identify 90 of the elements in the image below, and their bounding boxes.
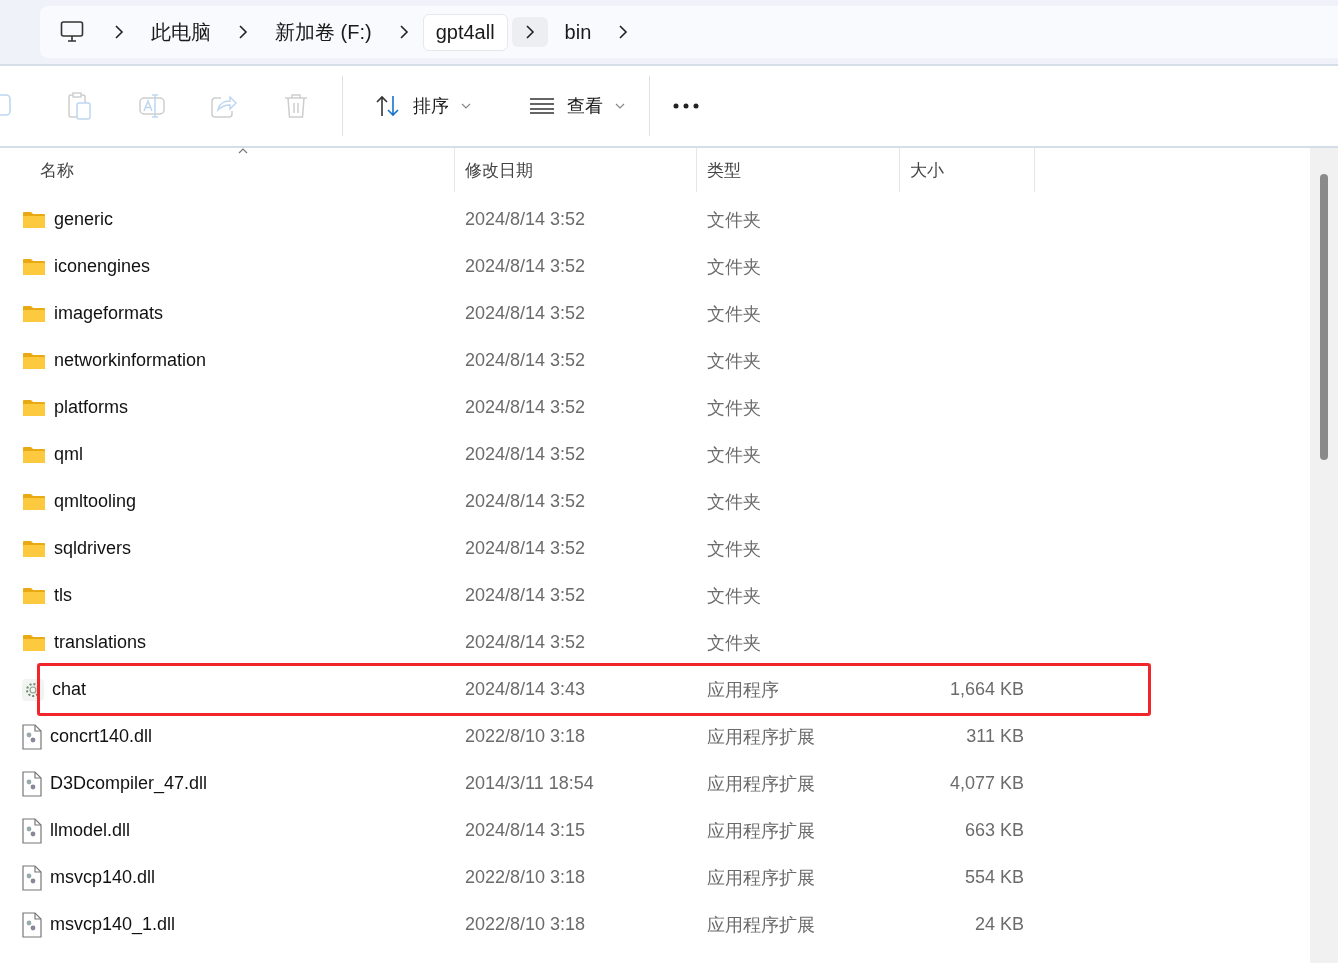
file-type: 文件夹: [707, 538, 761, 559]
sort-icon: [375, 95, 401, 117]
date-modified: 2024/8/14 3:52: [465, 491, 586, 511]
file-name[interactable]: concrt140.dll: [50, 726, 153, 747]
settings-file-icon: [22, 911, 42, 938]
date-modified: 2024/8/14 3:15: [465, 820, 586, 840]
column-header[interactable]: 大小: [910, 158, 944, 182]
file-name[interactable]: iconengines: [54, 256, 151, 277]
file-name[interactable]: imageformats: [54, 303, 164, 324]
file-size: 311 KB: [966, 726, 1024, 746]
file-name[interactable]: generic: [54, 209, 114, 230]
folder-icon: [22, 351, 46, 370]
scrollbar[interactable]: [1310, 148, 1338, 963]
date-modified: 2024/8/14 3:52: [465, 632, 586, 652]
file-name[interactable]: networkinformation: [54, 350, 207, 371]
settings-file-icon: [22, 723, 42, 750]
date-modified: 2024/8/14 3:52: [465, 444, 586, 464]
file-type: 应用程序扩展: [707, 867, 815, 888]
view-button[interactable]: 查看: [515, 84, 639, 128]
folder-icon: [22, 586, 46, 605]
folder-icon: [22, 633, 46, 652]
file-type: 文件夹: [707, 350, 761, 371]
file-type: 应用程序扩展: [707, 773, 815, 794]
date-modified: 2024/8/14 3:52: [465, 397, 586, 417]
breadcrumb-item[interactable]: gpt4all: [422, 13, 508, 51]
settings-file-icon: [22, 864, 42, 891]
breadcrumb-item[interactable]: 新加卷 (F:): [262, 11, 385, 53]
date-modified: 2014/3/11 18:54: [465, 773, 594, 793]
computer-icon[interactable]: [60, 21, 84, 43]
file-name[interactable]: chat: [52, 679, 87, 700]
caret-icon: [615, 103, 625, 109]
date-modified: 2022/8/10 3:18: [465, 726, 586, 746]
column-header[interactable]: 名称: [40, 158, 74, 182]
file-name[interactable]: tls: [54, 585, 72, 606]
date-modified: 2024/8/14 3:52: [465, 350, 586, 370]
file-size: 663 KB: [964, 820, 1024, 840]
date-modified: 2024/8/14 3:52: [465, 538, 586, 558]
file-type: 应用程序: [707, 679, 779, 700]
file-type: 应用程序扩展: [707, 726, 815, 747]
folder-icon: [22, 539, 46, 558]
column-header[interactable]: 修改日期: [465, 158, 533, 182]
file-name[interactable]: msvcp140_1.dll: [50, 914, 176, 935]
scroll-thumb[interactable]: [1320, 174, 1328, 460]
file-name[interactable]: sqldrivers: [54, 538, 132, 559]
file-size: 4,077 KB: [949, 773, 1024, 793]
file-name[interactable]: llmodel.dll: [50, 820, 131, 841]
file-name[interactable]: D3Dcompiler_47.dll: [50, 773, 208, 794]
folder-icon: [22, 398, 46, 417]
file-type: 应用程序扩展: [707, 820, 815, 841]
file-type: 应用程序扩展: [707, 914, 815, 935]
file-type: 文件夹: [707, 209, 761, 230]
folder-icon: [22, 492, 46, 511]
file-type: 文件夹: [707, 303, 761, 324]
file-type: 文件夹: [707, 397, 761, 418]
file-name[interactable]: platforms: [54, 397, 129, 418]
date-modified: 2024/8/14 3:52: [465, 303, 586, 323]
folder-icon: [22, 445, 46, 464]
folder-icon: [22, 304, 46, 323]
file-type: 文件夹: [707, 256, 761, 277]
folder-icon: [22, 257, 46, 276]
file-size: 554 KB: [964, 867, 1024, 887]
date-modified: 2024/8/14 3:52: [465, 256, 586, 276]
caret-icon: [461, 103, 471, 109]
more-icon[interactable]: [673, 103, 699, 109]
file-type: 文件夹: [707, 632, 761, 653]
date-modified: 2022/8/10 3:18: [465, 914, 586, 934]
file-size: 1,664 KB: [949, 679, 1024, 699]
folder-icon: [22, 210, 46, 229]
date-modified: 2024/8/14 3:43: [465, 679, 586, 699]
sort-button[interactable]: 排序: [361, 84, 485, 128]
date-modified: 2022/8/10 3:18: [465, 867, 586, 887]
chevron-icon[interactable]: [511, 17, 548, 47]
file-name[interactable]: qml: [54, 444, 83, 465]
settings-file-icon: [22, 817, 42, 844]
date-modified: 2024/8/14 3:52: [465, 209, 586, 229]
address-bar[interactable]: 此电脑 新加卷 (F:) gpt4all bin: [40, 6, 1338, 58]
gear-icon: [22, 678, 44, 701]
list-icon: [529, 98, 555, 114]
breadcrumb-item[interactable]: bin: [551, 13, 605, 51]
file-name[interactable]: translations: [54, 632, 147, 653]
file-name[interactable]: msvcp140.dll: [50, 867, 156, 888]
column-header[interactable]: 类型: [707, 158, 741, 182]
file-type: 文件夹: [707, 491, 761, 512]
file-name[interactable]: qmltooling: [54, 491, 137, 512]
settings-file-icon: [22, 770, 42, 797]
file-type: 文件夹: [707, 585, 761, 606]
file-size: 24 KB: [974, 914, 1024, 934]
file-type: 文件夹: [707, 444, 761, 465]
breadcrumb-item[interactable]: 此电脑: [138, 11, 224, 53]
date-modified: 2024/8/14 3:52: [465, 585, 586, 605]
